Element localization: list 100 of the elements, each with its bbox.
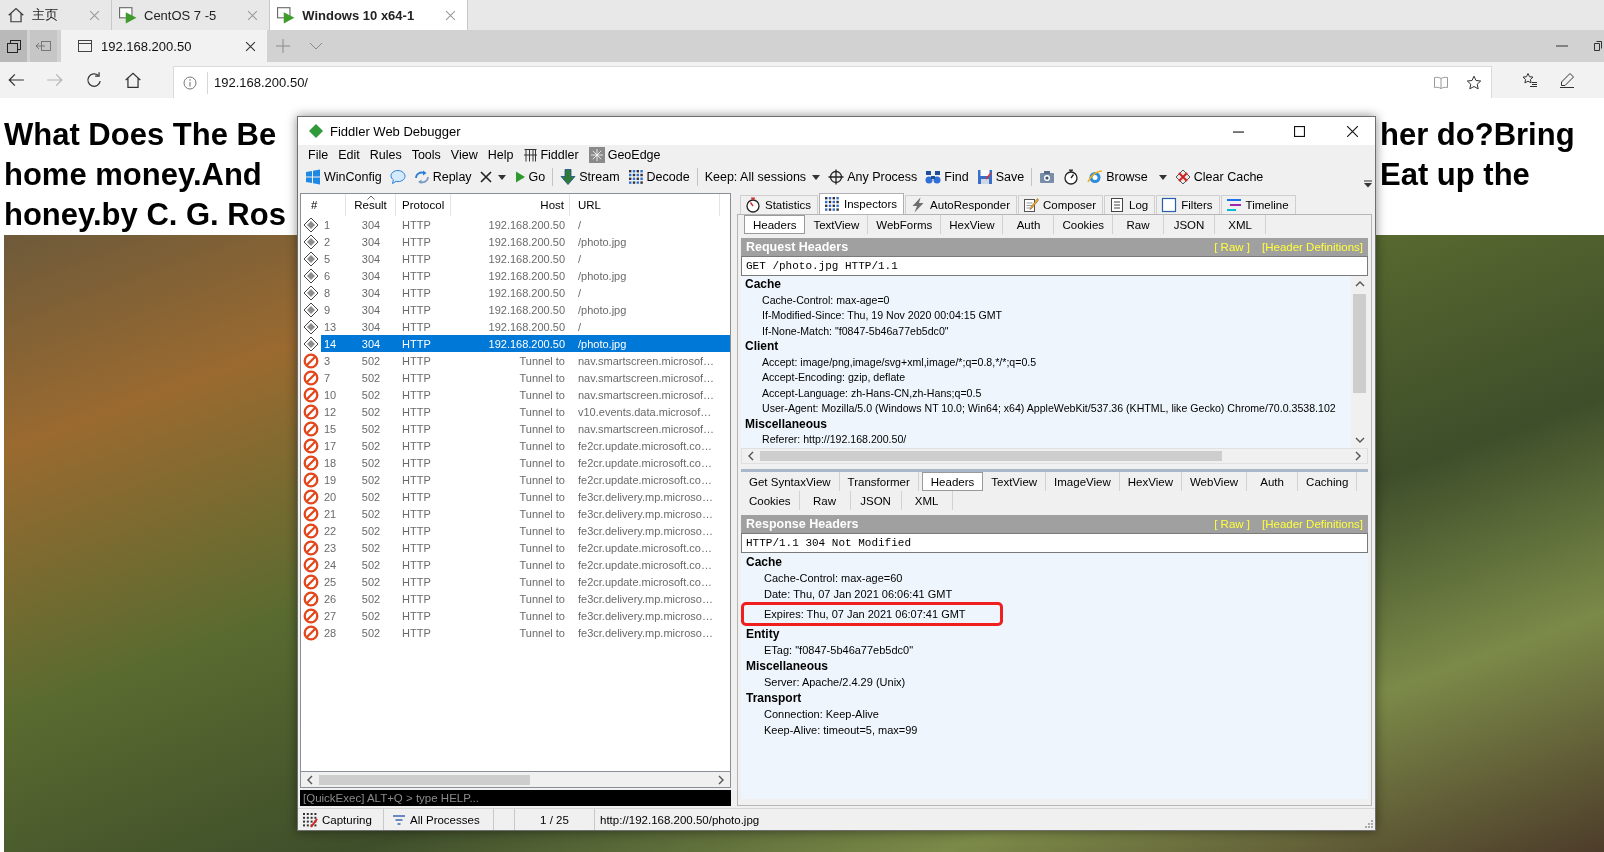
pen-icon[interactable] — [1559, 72, 1575, 88]
header-group[interactable]: Cache — [746, 554, 783, 570]
refresh-icon[interactable] — [85, 71, 103, 89]
header-line[interactable]: Cache-Control: max-age=0 — [762, 292, 890, 308]
star-icon[interactable] — [1466, 74, 1482, 91]
header-line[interactable]: Date: Thu, 07 Jan 2021 06:06:41 GMT — [764, 586, 953, 602]
favorites-icon[interactable] — [1522, 72, 1538, 88]
chevron-right-icon[interactable] — [1354, 451, 1362, 461]
header-line[interactable]: User-Agent: Mozilla/5.0 (Windows NT 10.0; Win64; x64) AppleWebKit/537.36 (KHTML, like Gecko) Chrome/70.0.3538.102 — [762, 401, 1336, 417]
resize-grip-icon[interactable] — [1363, 818, 1373, 828]
info-icon[interactable] — [183, 75, 197, 90]
session-row[interactable]: 19 502 HTTP Tunnel to fe2cr.update.microsoft.co… — [321, 471, 730, 488]
menu-item[interactable]: Fiddler — [518, 148, 584, 162]
chevron-right-icon[interactable] — [717, 774, 725, 785]
winconfig-button[interactable]: WinConfig — [301, 166, 386, 188]
caret-icon[interactable] — [1158, 174, 1167, 180]
session-row[interactable]: 21 502 HTTP Tunnel to fe3cr.delivery.mp.microso… — [321, 505, 730, 522]
save-button[interactable]: Save — [972, 166, 1029, 188]
header-line[interactable]: ETag: "f0847-5b46a77eb5dc0" — [764, 642, 914, 658]
header-line[interactable]: Referer: http://192.168.200.50/ — [762, 432, 907, 448]
inspector-tab[interactable]: Composer — [1018, 195, 1104, 214]
close-icon[interactable] — [1347, 125, 1358, 137]
session-row[interactable]: 17 502 HTTP Tunnel to fe2cr.update.microsoft.co… — [321, 437, 730, 454]
session-row[interactable]: 20 502 HTTP Tunnel to fe3cr.delivery.mp.microso… — [321, 488, 730, 505]
overflow-caret-icon[interactable] — [1364, 180, 1372, 188]
header-group[interactable]: Miscellaneous — [746, 658, 829, 674]
session-row[interactable]: 24 502 HTTP Tunnel to fe2cr.update.microsoft.co… — [321, 556, 730, 573]
restore-icon[interactable] — [1594, 41, 1602, 51]
view-tab[interactable]: Headers — [921, 472, 984, 491]
stacked-squares-icon[interactable] — [0, 30, 27, 62]
menu-item[interactable]: View — [445, 148, 483, 162]
session-row[interactable]: 12 502 HTTP Tunnel to v10.events.data.microsof… — [321, 403, 730, 420]
chevron-up-icon[interactable] — [1354, 280, 1365, 288]
scroll-thumb[interactable] — [1353, 294, 1366, 393]
view-tab[interactable]: Raw — [799, 491, 851, 510]
session-row[interactable]: 15 502 HTTP Tunnel to nav.smartscreen.microsof… — [321, 420, 730, 437]
session-row[interactable]: 23 502 HTTP Tunnel to fe2cr.update.microsoft.co… — [321, 539, 730, 556]
chevron-left-icon[interactable] — [306, 774, 314, 785]
home-icon[interactable] — [124, 71, 142, 89]
menu-item[interactable]: Help — [482, 148, 519, 162]
header-line[interactable]: Cache-Control: max-age=60 — [764, 570, 903, 586]
view-tab[interactable]: Caching — [1298, 472, 1358, 491]
camera-icon[interactable] — [1039, 169, 1056, 185]
header-line[interactable]: Keep-Alive: timeout=5, max=99 — [764, 722, 918, 738]
close-icon[interactable] — [245, 40, 256, 52]
session-row[interactable]: 7 502 HTTP Tunnel to nav.smartscreen.microsof… — [321, 369, 730, 386]
session-row[interactable]: 14 304 HTTP 192.168.200.50 /photo.jpg — [321, 335, 730, 352]
header-line[interactable]: Server: Apache/2.4.29 (Unix) — [764, 674, 906, 690]
session-row[interactable]: 27 502 HTTP Tunnel to fe3cr.delivery.mp.microso… — [321, 607, 730, 624]
column-header[interactable]: Host — [451, 194, 570, 216]
view-tab[interactable]: Headers — [744, 215, 806, 234]
session-row[interactable]: 13 304 HTTP 192.168.200.50 / — [321, 318, 730, 335]
maximize-icon[interactable] — [1294, 125, 1305, 137]
view-tab[interactable]: Transformer — [839, 472, 919, 491]
column-header[interactable]: # — [301, 194, 346, 216]
browse-button[interactable]: Browse — [1083, 166, 1152, 188]
keep-dropdown[interactable]: Keep: All sessions — [700, 166, 825, 188]
session-row[interactable]: 28 502 HTTP Tunnel to fe3cr.delivery.mp.microso… — [321, 624, 730, 641]
scrollbar-track[interactable] — [300, 772, 731, 788]
column-header[interactable]: Protocol — [396, 194, 451, 216]
clear-cache-button[interactable]: Clear Cache — [1170, 166, 1268, 188]
inspector-tab[interactable]: Statistics — [740, 195, 818, 214]
speech-bubble-icon[interactable] — [389, 169, 406, 185]
process-button[interactable]: Any Process — [824, 166, 922, 188]
view-tab[interactable]: TextView — [983, 472, 1047, 491]
header-line[interactable]: Connection: Keep-Alive — [764, 706, 879, 722]
find-button[interactable]: Find — [921, 166, 973, 188]
capture-toggle[interactable]: Capturing — [302, 809, 384, 830]
view-tab[interactable]: WebForms — [868, 215, 942, 234]
inspector-tab[interactable]: Timeline — [1220, 195, 1296, 214]
column-header[interactable]: URL — [570, 194, 720, 216]
inspector-tab[interactable]: AutoResponder — [905, 195, 1017, 214]
menu-item[interactable]: Tools — [406, 148, 446, 162]
session-row[interactable]: 3 502 HTTP Tunnel to nav.smartscreen.microsof… — [321, 352, 730, 369]
stopwatch-icon[interactable] — [1063, 169, 1080, 185]
chevron-left-icon[interactable] — [747, 451, 755, 461]
back-icon[interactable] — [7, 71, 25, 89]
view-tab[interactable]: Auth — [1247, 472, 1299, 491]
view-tab[interactable]: Auth — [1003, 215, 1055, 234]
view-tab[interactable]: HexView — [941, 215, 1004, 234]
inspector-tab[interactable]: Log — [1104, 195, 1156, 214]
decode-button[interactable]: Decode — [623, 166, 694, 188]
menu-item[interactable]: Rules — [364, 148, 407, 162]
inspector-tab[interactable]: Inspectors — [819, 193, 905, 214]
session-row[interactable]: 1 304 HTTP 192.168.200.50 / — [321, 216, 730, 233]
header-line[interactable]: If-None-Match: "f0847-5b46a77eb5dc0" — [762, 323, 949, 339]
header-group[interactable]: Miscellaneous — [745, 416, 828, 432]
header-line[interactable]: Accept-Language: zh-Hans-CN,zh-Hans;q=0.5 — [762, 385, 982, 401]
reading-view-icon[interactable] — [1433, 74, 1449, 91]
header-group[interactable]: Entity — [746, 626, 780, 642]
session-row[interactable]: 18 502 HTTP Tunnel to fe2cr.update.microsoft.co… — [321, 454, 730, 471]
session-row[interactable]: 6 304 HTTP 192.168.200.50 /photo.jpg — [321, 267, 730, 284]
scroll-thumb[interactable] — [760, 451, 1222, 461]
menu-item[interactable]: File — [303, 148, 334, 162]
replay-button[interactable]: Replay — [409, 166, 476, 188]
view-tab[interactable]: XML — [901, 491, 953, 510]
session-row[interactable]: 22 502 HTTP Tunnel to fe3cr.delivery.mp.microso… — [321, 522, 730, 539]
view-tab[interactable]: ImageView — [1046, 472, 1120, 491]
inspector-tab[interactable]: Filters — [1156, 195, 1220, 214]
scroll-thumb[interactable] — [319, 774, 530, 785]
